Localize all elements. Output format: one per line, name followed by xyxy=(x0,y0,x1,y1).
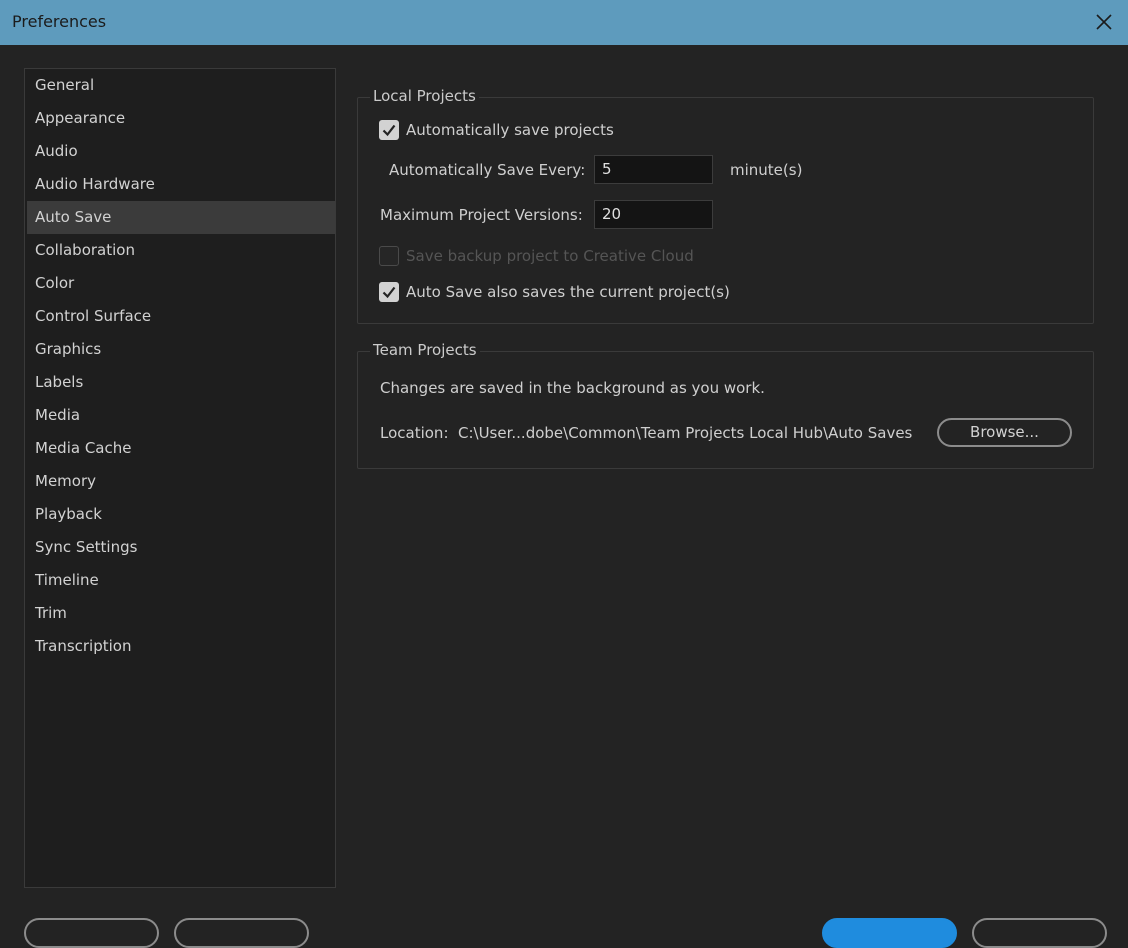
sidebar-item-timeline[interactable]: Timeline xyxy=(27,564,335,597)
auto-save-label: Automatically save projects xyxy=(406,121,614,139)
location-label: Location: xyxy=(380,424,449,442)
title-bar: Preferences xyxy=(0,0,1128,45)
bottom-left-button-1[interactable] xyxy=(24,918,159,948)
close-button[interactable] xyxy=(1090,8,1118,36)
save-current-label: Auto Save also saves the current project… xyxy=(406,283,730,301)
sidebar-item-auto-save[interactable]: Auto Save xyxy=(27,201,335,234)
sidebar-item-labels[interactable]: Labels xyxy=(27,366,335,399)
sidebar-item-audio-hardware[interactable]: Audio Hardware xyxy=(27,168,335,201)
save-current-checkbox[interactable] xyxy=(379,282,399,302)
save-every-input[interactable]: 5 xyxy=(594,155,713,184)
sidebar-item-transcription[interactable]: Transcription xyxy=(27,630,335,663)
sidebar-item-graphics[interactable]: Graphics xyxy=(27,333,335,366)
max-versions-label: Maximum Project Versions: xyxy=(380,206,583,224)
save-every-unit: minute(s) xyxy=(730,161,803,179)
sidebar-item-control-surface[interactable]: Control Surface xyxy=(27,300,335,333)
checkmark-icon xyxy=(382,124,396,137)
close-icon xyxy=(1096,14,1112,30)
sidebar-item-media-cache[interactable]: Media Cache xyxy=(27,432,335,465)
team-projects-title: Team Projects xyxy=(370,341,480,359)
team-projects-group: Team Projects xyxy=(357,341,1094,469)
sidebar-item-memory[interactable]: Memory xyxy=(27,465,335,498)
sidebar-item-sync-settings[interactable]: Sync Settings xyxy=(27,531,335,564)
auto-save-checkbox[interactable] xyxy=(379,120,399,140)
sidebar-item-collaboration[interactable]: Collaboration xyxy=(27,234,335,267)
team-projects-info: Changes are saved in the background as y… xyxy=(380,379,765,397)
backup-cc-checkbox[interactable] xyxy=(379,246,399,266)
backup-cc-label: Save backup project to Creative Cloud xyxy=(406,247,694,265)
bottom-left-button-2[interactable] xyxy=(174,918,309,948)
ok-button[interactable] xyxy=(822,918,957,948)
save-every-label: Automatically Save Every: xyxy=(389,161,586,179)
cancel-button[interactable] xyxy=(972,918,1107,948)
local-projects-title: Local Projects xyxy=(370,87,479,105)
sidebar-item-color[interactable]: Color xyxy=(27,267,335,300)
browse-button[interactable]: Browse... xyxy=(937,418,1072,447)
checkmark-icon xyxy=(382,286,396,299)
sidebar-item-playback[interactable]: Playback xyxy=(27,498,335,531)
sidebar-item-audio[interactable]: Audio xyxy=(27,135,335,168)
max-versions-input[interactable]: 20 xyxy=(594,200,713,229)
sidebar-item-media[interactable]: Media xyxy=(27,399,335,432)
sidebar-item-appearance[interactable]: Appearance xyxy=(27,102,335,135)
preferences-sidebar: General Appearance Audio Audio Hardware … xyxy=(24,68,336,888)
sidebar-item-trim[interactable]: Trim xyxy=(27,597,335,630)
window-title: Preferences xyxy=(12,12,107,31)
location-path: C:\User...dobe\Common\Team Projects Loca… xyxy=(458,424,913,442)
sidebar-item-general[interactable]: General xyxy=(27,69,335,102)
